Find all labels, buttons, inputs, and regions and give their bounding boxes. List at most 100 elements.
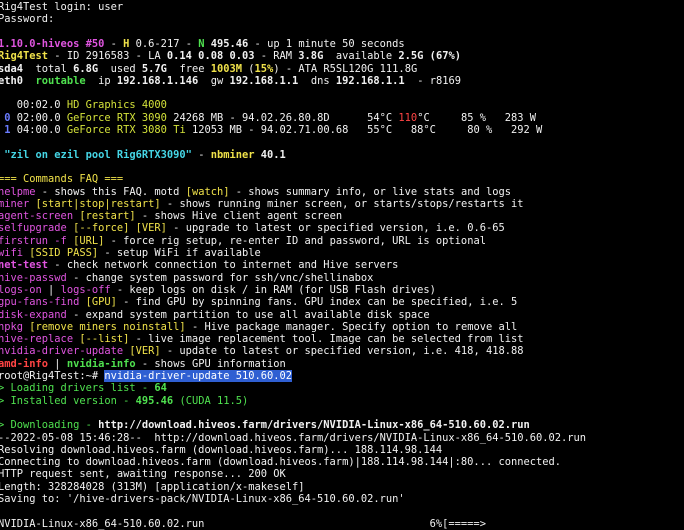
terminal-text: disk-expand (0, 308, 67, 321)
terminal-text: - find GPU by spinning fans. GPU index c… (116, 296, 518, 309)
terminal-line: === Commands FAQ === (0, 173, 123, 185)
terminal-line: nvidia-driver-update [VER] - update to l… (0, 345, 524, 357)
terminal-text: === Commands FAQ === (0, 173, 124, 186)
terminal-text: 192.168.1.146 (116, 74, 199, 87)
terminal-text: 192.168.1.1 (229, 74, 299, 87)
terminal-text: HD Graphics 4000 (66, 99, 167, 112)
terminal-line: Saving to: '/hive-drivers-pack/NVIDIA-Li… (0, 493, 405, 505)
terminal-line: disk-expand - expand system partition to… (0, 309, 430, 321)
terminal-text: 0.14 0.08 0.03 (166, 50, 255, 63)
terminal-text: [URL] (73, 234, 105, 247)
terminal-text: 02:00.0 (10, 111, 67, 124)
terminal-text: Rig4Test (0, 50, 49, 63)
terminal-text: ip (85, 74, 117, 87)
terminal-text: [VER] (129, 345, 161, 358)
terminal-line: 1 04:00.0 GeForce RTX 3080 Ti 12053 MB -… (0, 124, 542, 136)
terminal-text: - setup WiFi if available (98, 247, 261, 259)
terminal-text: GeForce RTX 3080 Ti (66, 124, 186, 136)
terminal-text: 00:02.0 (0, 99, 67, 112)
terminal-line: "zil on ezil pool Rig6RTX3090" - nbminer… (0, 149, 286, 161)
terminal-line: net-test - check network connection to i… (0, 259, 398, 271)
terminal-text: free (166, 62, 211, 75)
terminal-text: 3.8G (298, 50, 324, 63)
terminal-text: wifi (0, 247, 30, 259)
terminal-text: 40.1 (254, 148, 286, 161)
terminal-text: 495.46 (135, 394, 174, 407)
terminal-text: [--list] (79, 333, 130, 346)
terminal-text: Length: 328284028 (313M) [application/x-… (0, 480, 305, 493)
terminal-text: root@Rig4Test:~# (0, 370, 105, 382)
terminal-text: - change system password for ssh/vnc/she… (66, 271, 374, 284)
terminal-line: sda4 total 6.8G used 5.7G free 1003M (15… (0, 63, 417, 75)
terminal-text: --2022-05-08 15:46:28-- http://download.… (0, 431, 587, 444)
terminal-line: Rig4Test - ID 2916583 - LA 0.14 0.08 0.0… (0, 50, 461, 62)
terminal-text: - ID 2916583 - LA (48, 50, 167, 63)
terminal-text: [remove miners noinstall] (29, 320, 186, 333)
terminal-text: nvidia-driver-update (0, 345, 130, 358)
terminal-text: gw (198, 74, 230, 87)
terminal-text: routable (35, 74, 86, 87)
terminal-text: > Loading drivers list - (0, 382, 155, 395)
terminal-line: hive-passwd - change system password for… (0, 272, 373, 284)
terminal-text: [start|stop|restart] (35, 197, 161, 210)
terminal-text: firstrun -f (0, 234, 74, 247)
selected-command-text[interactable]: nvidia-driver-update 510.60.02 (104, 370, 293, 382)
terminal-text: 04:00.0 (10, 124, 67, 136)
terminal-line: logs-on | logs-off - keep logs on disk /… (0, 284, 436, 296)
terminal-text: net-test (0, 259, 49, 272)
terminal-text: 64 (154, 382, 167, 395)
terminal-text: - shows Hive client agent screen (135, 210, 343, 223)
terminal-line: > Loading drivers list - 64 (0, 382, 167, 394)
terminal-text: [GPU] (85, 296, 117, 309)
terminal-line: > Downloading - http://download.hiveos.f… (0, 419, 530, 431)
terminal-text: - (104, 37, 124, 50)
terminal-text: used (98, 62, 142, 75)
terminal-text: selfupgrade (0, 222, 74, 235)
terminal-text: logs-on (0, 283, 42, 296)
terminal-line: selfupgrade [--force] [VER] - upgrade to… (0, 222, 505, 234)
terminal-line: Length: 328284028 (313M) [application/x-… (0, 481, 305, 493)
terminal-text: - ATA R5SL120G 111.8G (279, 62, 418, 75)
terminal-text: (CUDA 11.5) (173, 394, 249, 407)
terminal-line: Rig4Test login: user (0, 1, 123, 13)
terminal-text: logs-off (60, 283, 111, 296)
terminal-line: hpkg [remove miners noinstall] - Hive pa… (0, 321, 517, 333)
terminal-line: 00:02.0 HD Graphics 4000 (0, 99, 167, 111)
terminal-text: 0.6-217 - (129, 37, 199, 50)
terminal-line: HTTP request sent, awaiting response... … (0, 468, 286, 480)
terminal-text: agent-screen (0, 210, 80, 223)
terminal-text: 110 (398, 111, 418, 124)
terminal-text: available (323, 50, 399, 63)
terminal-line: > Installed version - 495.46 (CUDA 11.5) (0, 395, 248, 407)
terminal-text: 12053 MB - 94.02.71.00.68 55°C 88°C 80 %… (185, 124, 543, 136)
terminal-text: NVIDIA-Linux-x86_64-510.60.02.run 6%[===… (0, 517, 486, 530)
terminal-text: hive-replace (0, 333, 80, 346)
terminal-text: - shows summary info, or live stats and … (229, 185, 511, 198)
terminal-text: Password: (0, 13, 55, 26)
terminal-text: eth0 (0, 74, 24, 87)
terminal-line: Connecting to download.hiveos.farm (down… (0, 456, 561, 468)
terminal-text: amd-info (0, 357, 49, 370)
terminal-text: [--force] [VER] (73, 222, 167, 235)
terminal-text: 5.7G (141, 62, 167, 75)
terminal-text: hive-passwd (0, 271, 67, 284)
terminal-line: --2022-05-08 15:46:28-- http://download.… (0, 432, 586, 444)
terminal-text: - shows this FAQ. motd (35, 185, 186, 198)
terminal-line: helpme - shows this FAQ. motd [watch] - … (0, 186, 511, 198)
terminal-text: Rig4Test login: user (0, 1, 124, 13)
terminal-line: agent-screen [restart] - shows Hive clie… (0, 210, 342, 222)
terminal-text: ( (242, 62, 255, 75)
terminal-text: - live image replacement tool. Image can… (129, 333, 524, 346)
terminal-text: 2.5G (67%) (398, 50, 461, 63)
terminal-line: eth0 routable ip 192.168.1.146 gw 192.16… (0, 75, 461, 87)
terminal-line: NVIDIA-Linux-x86_64-510.60.02.run 6%[===… (0, 518, 486, 530)
terminal-line: firstrun -f [URL] - force rig setup, re-… (0, 235, 486, 247)
terminal-window[interactable]: Rig4Test login: user Password: 1.10.0-hive… (0, 0, 684, 530)
terminal-text: 495.46 (204, 37, 249, 50)
terminal-text: - check network connection to internet a… (48, 259, 399, 272)
terminal-text: Resolving download.hiveos.farm (download… (0, 443, 443, 456)
terminal-text: 15% (254, 62, 274, 75)
terminal-text: - keep logs on disk / in RAM (for USB Fl… (110, 283, 436, 296)
terminal-text: - update to latest or specified version,… (160, 345, 524, 358)
terminal-text: hpkg (0, 320, 30, 333)
